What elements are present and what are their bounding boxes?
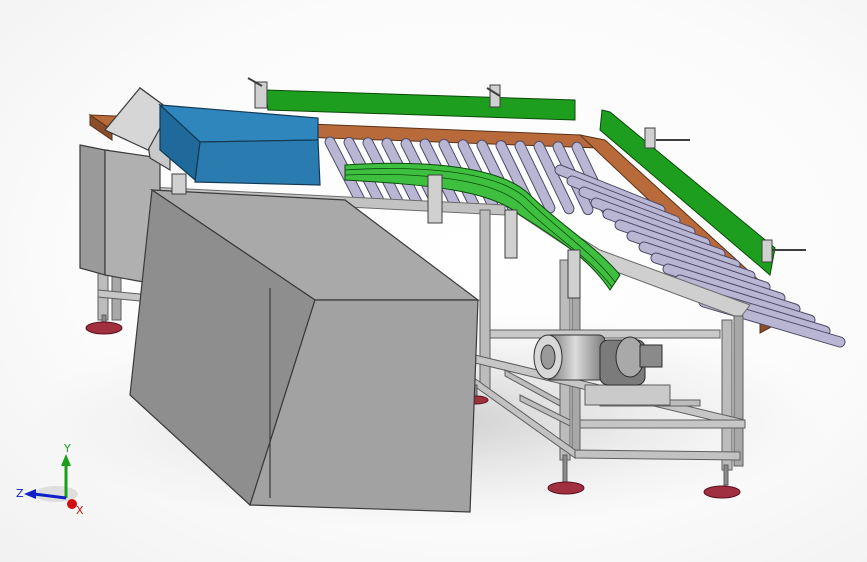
y-arrow-head-icon	[61, 454, 71, 466]
y-axis-label: Y	[63, 442, 71, 455]
top-green-guide	[264, 89, 576, 121]
z-axis-label: Z	[16, 487, 24, 500]
x-axis-label: X	[76, 504, 84, 517]
foot-pad	[85, 321, 123, 335]
foot-pad	[703, 485, 741, 499]
foot-pad	[547, 481, 585, 495]
coordinate-triad: Y Z X	[14, 440, 94, 520]
conveyor-assembly-model[interactable]	[0, 0, 867, 562]
side-cabinet	[79, 144, 106, 276]
cad-viewport[interactable]: Y Z X	[0, 0, 867, 562]
z-arrow-head-icon	[24, 489, 36, 499]
